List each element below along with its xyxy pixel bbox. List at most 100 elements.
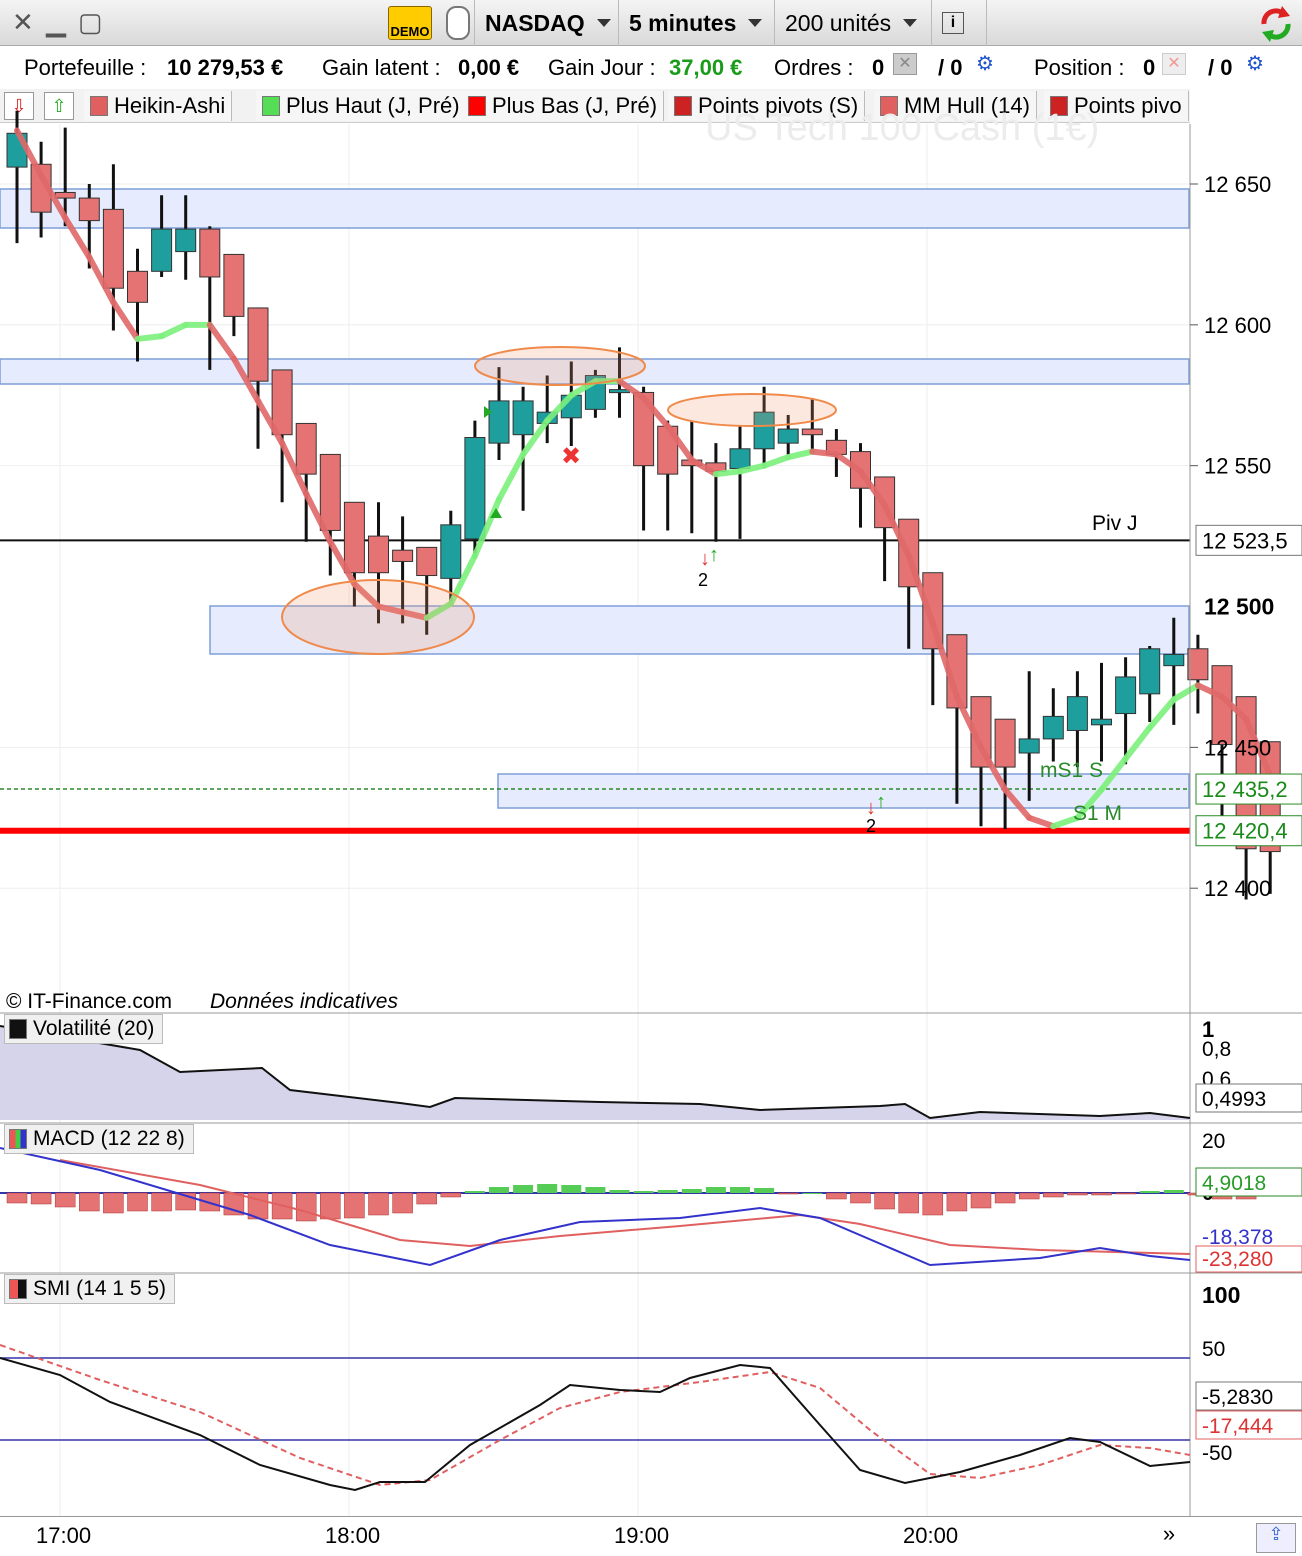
time-tick-label: 17:00 [36, 1523, 92, 1548]
candle-body[interactable] [1066, 696, 1088, 731]
candle-body[interactable] [994, 718, 1016, 768]
signal-count-label: 2 [698, 570, 708, 590]
axis-tick-label: 20 [1202, 1130, 1225, 1153]
price-tag-label: 12 435,2 [1202, 777, 1288, 802]
pivot-label: Piv J [1092, 512, 1138, 535]
candle-body[interactable] [1042, 715, 1064, 740]
candle-body[interactable] [319, 453, 341, 531]
macd-panel-label[interactable]: MACD (12 22 8) [4, 1124, 194, 1154]
macd-histogram-bar [392, 1192, 413, 1214]
candle-body[interactable] [416, 546, 438, 577]
smi-signal-line [0, 1344, 1191, 1487]
candle-body[interactable] [78, 197, 100, 222]
candle-body[interactable] [1115, 676, 1137, 715]
macd-histogram-bar [151, 1192, 172, 1212]
volatility-panel-label[interactable]: Volatilité (20) [4, 1014, 164, 1044]
highlight-ellipse [281, 579, 475, 655]
candle-body[interactable] [175, 228, 197, 253]
value-tag-label: -17,444 [1202, 1415, 1274, 1438]
macd-histogram-bar [946, 1192, 968, 1212]
watermark-text: US Tech 100 Cash (1€) [705, 107, 1099, 149]
time-tick-label: 19:00 [614, 1523, 670, 1548]
macd-histogram-bar [1139, 1191, 1160, 1193]
highlight-ellipse [667, 393, 837, 427]
candle-body[interactable] [295, 422, 317, 475]
signal-count-label: 2 [866, 816, 876, 836]
macd-histogram-bar [561, 1185, 582, 1193]
macd-histogram-bar [754, 1188, 775, 1193]
hull-ma-segment [206, 321, 237, 362]
copyright-text: © IT-Finance.com [6, 990, 172, 1013]
hull-ma-segment [761, 454, 792, 469]
candle-body[interactable] [343, 501, 365, 574]
candle-body[interactable] [54, 191, 76, 199]
candle-body[interactable] [464, 437, 486, 540]
candle-body[interactable] [247, 307, 269, 382]
macd-histogram-bar [705, 1187, 726, 1193]
macd-histogram-bar [681, 1189, 702, 1193]
scroll-end-icon[interactable]: » [1150, 1521, 1188, 1553]
value-tag-label: -5,2830 [1202, 1386, 1273, 1409]
value-tag-label: 0,4993 [1202, 1088, 1266, 1111]
candle-body[interactable] [199, 228, 221, 278]
macd-label: MACD (12 22 8) [33, 1127, 185, 1150]
value-tag-label: 4,9018 [1202, 1172, 1266, 1195]
hull-ma-segment [110, 299, 141, 342]
candle-body[interactable] [1091, 718, 1112, 726]
candle-body[interactable] [488, 400, 510, 444]
candle-body[interactable] [801, 428, 823, 436]
candle-body[interactable] [1139, 648, 1161, 695]
legend-swatch-icon [9, 1019, 27, 1039]
legend-swatch-icon [9, 1279, 27, 1299]
macd-histogram-bar [1067, 1192, 1088, 1196]
macd-histogram-bar [440, 1192, 462, 1198]
macd-histogram-bar [850, 1192, 871, 1204]
candle-body[interactable] [151, 228, 173, 272]
macd-histogram-bar [657, 1190, 678, 1193]
macd-histogram-bar [513, 1185, 534, 1193]
time-tick-label: 20:00 [903, 1523, 959, 1548]
price-tag-label: 12 420,4 [1202, 819, 1288, 844]
macd-histogram-bar [464, 1191, 485, 1193]
up-arrow-icon: ↑ [709, 544, 719, 566]
macd-histogram-bar [922, 1192, 944, 1216]
candle-body[interactable] [127, 270, 148, 303]
legend-swatch-icon [9, 1129, 27, 1149]
candle-body[interactable] [102, 208, 124, 289]
up-arrow-icon: ↑ [876, 791, 886, 813]
pivot-label: S1 M [1073, 802, 1122, 825]
macd-histogram-bar [295, 1192, 317, 1222]
candle-body[interactable] [392, 549, 414, 562]
hull-ma-segment [496, 451, 527, 503]
macd-histogram-bar [874, 1192, 895, 1210]
candle-body[interactable] [777, 428, 799, 444]
smi-panel-label[interactable]: SMI (14 1 5 5) [4, 1274, 176, 1304]
macd-histogram-bar [802, 1193, 823, 1194]
time-tick-label: 18:00 [325, 1523, 381, 1548]
price-tick-label: 12 400 [1204, 876, 1271, 901]
macd-histogram-bar [344, 1192, 365, 1219]
candle-body[interactable] [1187, 648, 1209, 681]
macd-histogram-bar [609, 1190, 630, 1193]
candle-body[interactable] [223, 253, 245, 317]
macd-histogram-bar [1091, 1192, 1112, 1196]
chart-area[interactable]: US Tech 100 Cash (1€)✖↓ ↑2↓ ↑2Piv JmS1 SS1… [0, 0, 1302, 1516]
candle-body[interactable] [1163, 653, 1185, 667]
candle-body[interactable] [368, 535, 389, 574]
macd-histogram-bar [1163, 1190, 1184, 1193]
candle-body[interactable] [609, 389, 630, 394]
hull-ma-segment [712, 468, 743, 478]
candle-body[interactable] [729, 448, 751, 469]
scroll-top-icon[interactable]: ⇪ [1256, 1523, 1296, 1553]
candle-body[interactable] [440, 524, 462, 579]
price-tick-label: 12 500 [1204, 594, 1274, 620]
candle-body[interactable] [1018, 738, 1040, 754]
hull-ma-segment [1122, 724, 1153, 762]
hull-ma-segment [1146, 696, 1177, 731]
macd-histogram-bar [1043, 1192, 1064, 1198]
macd-histogram-bar [54, 1192, 76, 1208]
disclaimer-text: Données indicatives [210, 990, 398, 1013]
axis-tick-label: 0,8 [1202, 1038, 1231, 1061]
candle-body[interactable] [512, 400, 534, 436]
pivot-label: mS1 S [1040, 759, 1103, 782]
